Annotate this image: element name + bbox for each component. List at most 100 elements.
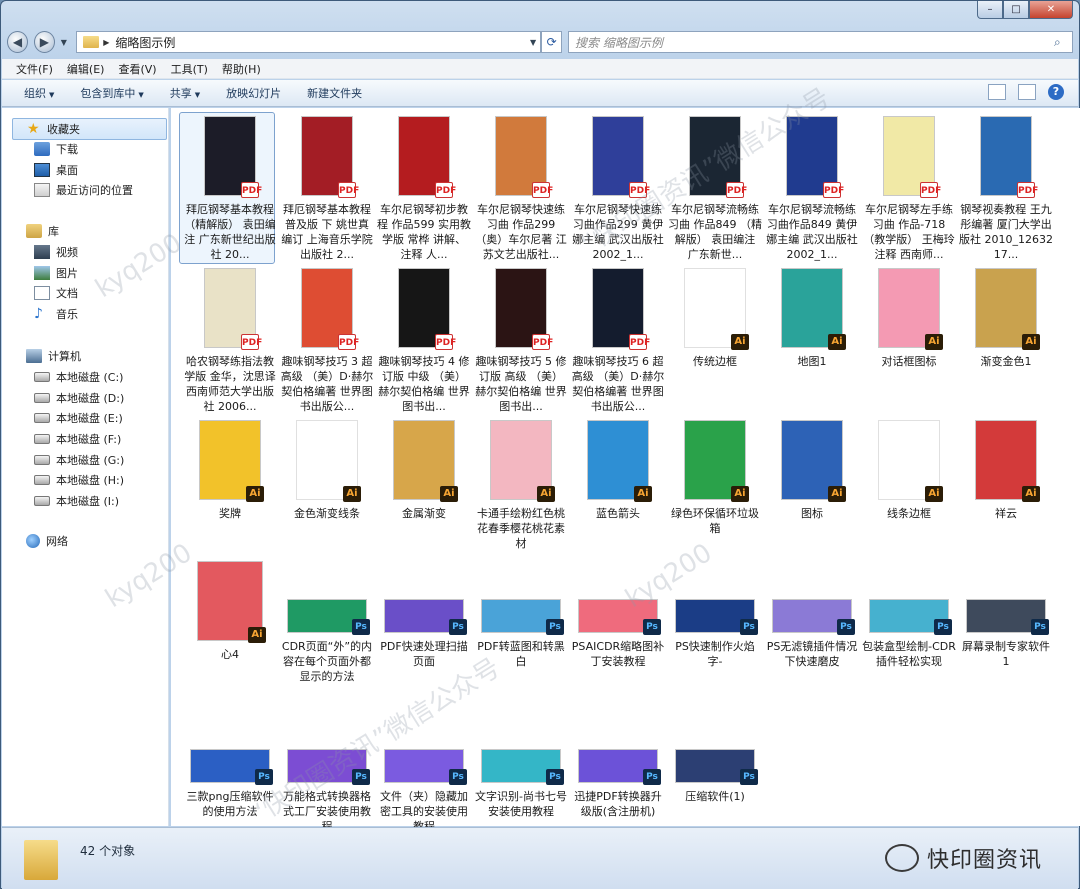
file-item[interactable]: Ps文件（夹）隐藏加密工具的安装使用教程 bbox=[377, 711, 471, 834]
file-item[interactable]: PDF 趣味钢琴技巧 4 修订版 中级 （美）赫尔契伯格编 世界图书出... bbox=[377, 268, 471, 414]
file-thumbnail: PDF bbox=[398, 268, 456, 350]
share-button[interactable]: 共享 ▼ bbox=[170, 85, 200, 101]
sidebar-item-libraries[interactable]: 库 bbox=[26, 223, 59, 239]
menu-help[interactable]: 帮助(H) bbox=[222, 61, 261, 77]
file-item[interactable]: Ai 图标 bbox=[765, 420, 859, 521]
file-item[interactable]: PDF 车尔尼钢琴快速练习曲作品299 黄伊娜主编 武汉出版社 2002_1... bbox=[571, 116, 665, 262]
file-item[interactable]: PDF 趣味钢琴技巧 5 修订版 高级 （美）赫尔契伯格编 世界图书出... bbox=[474, 268, 568, 414]
help-icon[interactable]: ? bbox=[1048, 84, 1064, 100]
sidebar-item-drive-g[interactable]: 本地磁盘 (G:) bbox=[34, 452, 124, 468]
back-button[interactable]: ◀ bbox=[7, 31, 28, 53]
menu-view[interactable]: 查看(V) bbox=[118, 61, 156, 77]
sidebar-item-computer[interactable]: 计算机 bbox=[26, 348, 81, 364]
sidebar-item-drive-i[interactable]: 本地磁盘 (I:) bbox=[34, 493, 119, 509]
file-item[interactable]: PDF 趣味钢琴技巧 6 超高级 （美）D·赫尔契伯格编著 世界图书出版公... bbox=[571, 268, 665, 414]
sidebar-item-drive-f[interactable]: 本地磁盘 (F:) bbox=[34, 431, 121, 447]
file-item[interactable]: Ai 渐变金色1 bbox=[959, 268, 1053, 369]
organize-button[interactable]: 组织 ▼ bbox=[24, 85, 54, 101]
file-item[interactable]: PDF 拜厄钢琴基本教程 普及版 下 姚世真编订 上海音乐学院出版社 2... bbox=[280, 116, 374, 262]
file-item[interactable]: Ai 金色渐变线条 bbox=[280, 420, 374, 521]
file-item[interactable]: Ps PS无滤镜插件情况下快速磨皮 bbox=[765, 561, 859, 669]
ps-badge-icon: Ps bbox=[740, 769, 758, 785]
file-item[interactable]: PDF 车尔尼钢琴流畅练习曲作品849 黄伊娜主编 武汉出版社 2002_1... bbox=[765, 116, 859, 262]
new-folder-button[interactable]: 新建文件夹 bbox=[307, 85, 362, 101]
file-name: 车尔尼钢琴左手练习曲 作品-718 （教学版） 王梅玲注释 西南师... bbox=[863, 203, 955, 261]
file-item[interactable]: Ai 传统边框 bbox=[668, 268, 762, 369]
file-item[interactable]: Ps 三款png压缩软件的使用方法 bbox=[183, 711, 277, 819]
sidebar-item-drive-h[interactable]: 本地磁盘 (H:) bbox=[34, 472, 124, 488]
history-dropdown-icon[interactable]: ▼ bbox=[61, 38, 70, 47]
sidebar-item-label: 视频 bbox=[56, 246, 78, 259]
file-item[interactable]: Ai 对话框图标 bbox=[862, 268, 956, 369]
file-item[interactable]: PDF 趣味钢琴技巧 3 超高级 （美）D·赫尔契伯格编著 世界图书出版公... bbox=[280, 268, 374, 414]
file-item[interactable]: Ps PSAICDR缩略图补丁安装教程 bbox=[571, 561, 665, 669]
file-item[interactable]: PDF 钢琴视奏教程 王九彤编著 厦门大学出版社 2010_1263217... bbox=[959, 116, 1053, 262]
file-item[interactable]: PDF 拜厄钢琴基本教程 （精解版） 袁田编注 广东新世纪出版社 20... bbox=[183, 116, 277, 262]
file-item[interactable]: Ps 压缩软件(1) bbox=[668, 711, 762, 804]
window-controls: – □ ✕ bbox=[977, 1, 1073, 19]
address-bar[interactable]: ▶ 缩略图示例 ▼ bbox=[76, 31, 542, 53]
search-icon[interactable]: ⌕ bbox=[1054, 35, 1072, 50]
file-item[interactable]: Ps 迅捷PDF转换器升级版(含注册机) bbox=[571, 711, 665, 819]
slideshow-button[interactable]: 放映幻灯片 bbox=[226, 85, 281, 101]
file-item[interactable]: Ps PS快速制作火焰字- bbox=[668, 561, 762, 669]
close-button[interactable]: ✕ bbox=[1029, 1, 1073, 19]
refresh-icon[interactable]: ⟳ bbox=[541, 31, 563, 53]
minimize-button[interactable]: – bbox=[977, 1, 1003, 19]
ai-badge-icon: Ai bbox=[731, 334, 749, 350]
sidebar-item-downloads[interactable]: 下载 bbox=[34, 141, 78, 157]
file-item[interactable]: Ps 屏幕录制专家软件1 bbox=[959, 561, 1053, 669]
file-item[interactable]: Ai 地图1 bbox=[765, 268, 859, 369]
ps-badge-icon: Ps bbox=[546, 769, 564, 785]
file-item[interactable]: Ps 文字识别-尚书七号安装使用教程 bbox=[474, 711, 568, 819]
file-item[interactable]: Ai 金属渐变 bbox=[377, 420, 471, 521]
view-mode-icon[interactable] bbox=[988, 84, 1006, 100]
sidebar-item-pictures[interactable]: 图片 bbox=[34, 265, 78, 281]
sidebar-item-music[interactable]: ♪ 音乐 bbox=[34, 306, 78, 322]
chevron-down-icon: ▼ bbox=[194, 91, 201, 99]
sidebar-item-desktop[interactable]: 桌面 bbox=[34, 162, 78, 178]
breadcrumb[interactable]: 缩略图示例 bbox=[115, 34, 175, 51]
address-dropdown-icon[interactable]: ▼ bbox=[530, 38, 536, 47]
maximize-button[interactable]: □ bbox=[1003, 1, 1029, 19]
file-item[interactable]: Ps PDF转蓝图和转黑白 bbox=[474, 561, 568, 669]
preview-pane-icon[interactable] bbox=[1018, 84, 1036, 100]
sidebar-item-drive-e[interactable]: 本地磁盘 (E:) bbox=[34, 410, 123, 426]
sidebar-item-recent[interactable]: 最近访问的位置 bbox=[34, 182, 133, 198]
library-icon bbox=[26, 224, 42, 238]
menu-file[interactable]: 文件(F) bbox=[16, 61, 53, 77]
sidebar-item-drive-c[interactable]: 本地磁盘 (C:) bbox=[34, 369, 123, 385]
menu-edit[interactable]: 编辑(E) bbox=[67, 61, 105, 77]
file-item[interactable]: PDF 车尔尼钢琴左手练习曲 作品-718 （教学版） 王梅玲注释 西南师... bbox=[862, 116, 956, 262]
include-in-library-button[interactable]: 包含到库中 ▼ bbox=[80, 85, 143, 101]
file-item[interactable]: PDF 车尔尼钢琴流畅练习曲 作品849 （精解版） 袁田编注 广东新世... bbox=[668, 116, 762, 262]
file-item[interactable]: Ai 卡通手绘粉红色桃花春季樱花桃花素材 bbox=[474, 420, 568, 551]
sidebar-item-network[interactable]: 网络 bbox=[26, 533, 68, 549]
file-item[interactable]: PDF 哈农钢琴练指法教学版 金华，沈思译 西南师范大学出版社 2006... bbox=[183, 268, 277, 414]
sidebar-item-favorites[interactable]: ★ 收藏夹 bbox=[12, 118, 167, 140]
sidebar-item-documents[interactable]: 文档 bbox=[34, 285, 78, 301]
file-item[interactable]: Ps CDR页面“外”的内容在每个页面外都显示的方法 bbox=[280, 561, 374, 684]
menu-tools[interactable]: 工具(T) bbox=[171, 61, 208, 77]
search-input[interactable]: 搜索 缩略图示例 ⌕ bbox=[568, 31, 1073, 53]
file-item[interactable]: Ai 线条边框 bbox=[862, 420, 956, 521]
file-item[interactable]: PDF 车尔尼钢琴快速练习曲 作品299 （奥）车尔尼著 江苏文艺出版社... bbox=[474, 116, 568, 262]
file-item[interactable]: Ai 绿色环保循环垃圾箱 bbox=[668, 420, 762, 536]
file-name: 车尔尼钢琴流畅练习曲作品849 黄伊娜主编 武汉出版社 2002_1... bbox=[766, 203, 858, 261]
file-item[interactable]: Ai 奖牌 bbox=[183, 420, 277, 521]
file-item[interactable]: PDF 车尔尼钢琴初步教程 作品599 实用教学版 常桦 讲解、注释 人... bbox=[377, 116, 471, 262]
file-item[interactable]: Ai 祥云 bbox=[959, 420, 1053, 521]
sidebar-item-videos[interactable]: 视频 bbox=[34, 244, 78, 260]
breadcrumb-arrow-icon[interactable]: ▶ bbox=[103, 38, 109, 47]
forward-button[interactable]: ▶ bbox=[33, 31, 55, 53]
pdf-badge-icon: PDF bbox=[532, 182, 553, 198]
file-item[interactable]: Ps万能格式转换器格式工厂安装使用教程 bbox=[280, 711, 374, 834]
file-item[interactable]: Ai 蓝色箭头 bbox=[571, 420, 665, 521]
file-item[interactable]: Ai 心4 bbox=[183, 561, 277, 662]
file-item[interactable]: Ps PDF快速处理扫描页面 bbox=[377, 561, 471, 669]
ai-badge-icon: Ai bbox=[440, 486, 458, 502]
file-thumbnail: Ai bbox=[975, 420, 1040, 502]
sidebar-item-drive-d[interactable]: 本地磁盘 (D:) bbox=[34, 390, 124, 406]
file-name: 压缩软件(1) bbox=[685, 790, 745, 803]
file-item[interactable]: Ps 包装盒型绘制-CDR插件轻松实现 bbox=[862, 561, 956, 669]
